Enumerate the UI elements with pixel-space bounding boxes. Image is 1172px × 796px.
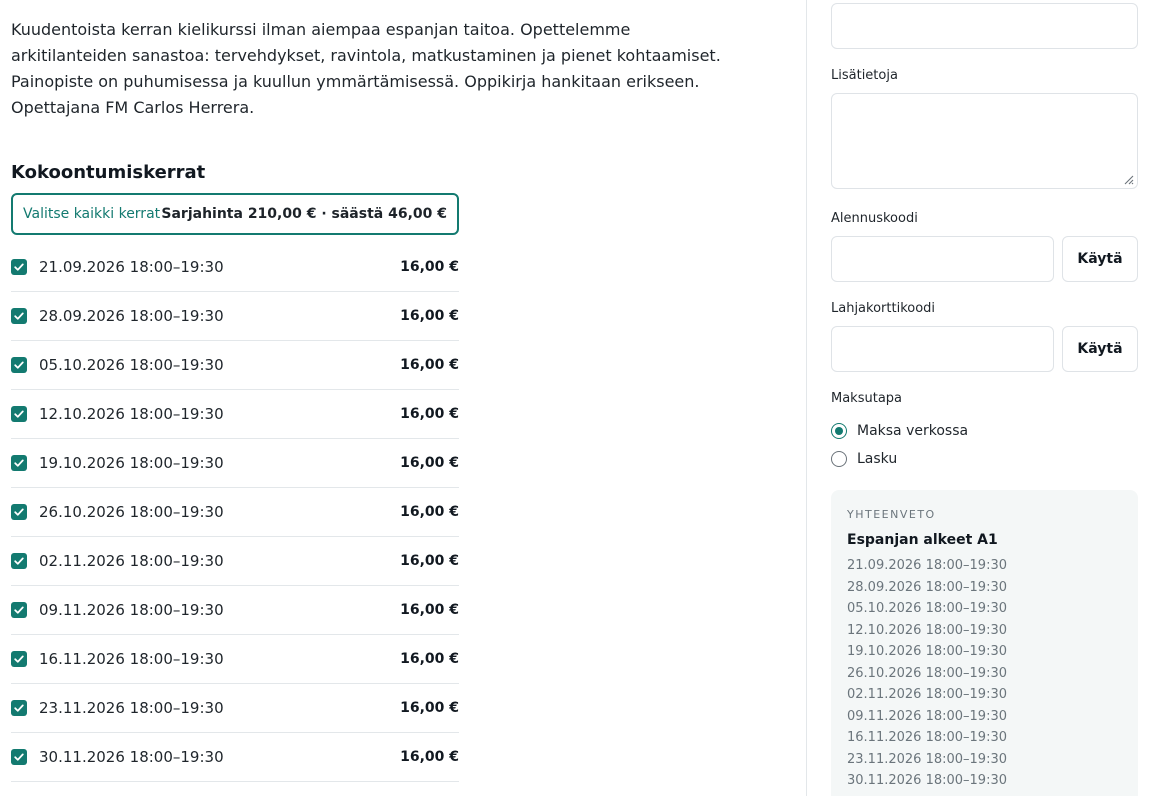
check-icon: [14, 312, 24, 320]
session-list: 21.09.2026 18:00–19:30 16,00 € 28.09.202…: [11, 243, 459, 782]
additional-info-textarea[interactable]: [831, 93, 1138, 189]
check-icon: [14, 606, 24, 614]
session-date: 26.10.2026 18:00–19:30: [39, 503, 224, 521]
summary-date: 02.11.2026 18:00–19:30: [847, 687, 1007, 702]
radio-selected-icon[interactable]: [831, 423, 847, 439]
session-row[interactable]: 02.11.2026 18:00–19:30 16,00 €: [11, 537, 459, 586]
description-line: arkitilanteiden sanastoa: tervehdykset, …: [11, 46, 721, 65]
session-checkbox[interactable]: [11, 504, 27, 520]
apply-gift-card-button[interactable]: Käytä: [1062, 326, 1138, 372]
check-icon: [14, 508, 24, 516]
course-description: Kuudentoista kerran kielikurssi ilman ai…: [11, 17, 721, 121]
session-date: 21.09.2026 18:00–19:30: [39, 258, 224, 276]
summary-course-name: Espanjan alkeet A1: [847, 532, 998, 548]
session-checkbox[interactable]: [11, 357, 27, 373]
session-price: 16,00 €: [400, 749, 459, 765]
summary-date: 09.11.2026 18:00–19:30: [847, 708, 1007, 724]
radio-unselected-icon[interactable]: [831, 451, 847, 467]
summary-date: 28.09.2026 18:00–19:30: [847, 579, 1007, 595]
summary-date: 05.10.2026 18:00–19:30: [847, 601, 1007, 616]
session-checkbox[interactable]: [11, 259, 27, 275]
summary-heading: YHTEENVETO: [847, 508, 936, 521]
session-price: 16,00 €: [400, 553, 459, 569]
session-row[interactable]: 05.10.2026 18:00–19:30 16,00 €: [11, 341, 459, 390]
session-checkbox[interactable]: [11, 455, 27, 471]
description-line: Painopiste on puhumisessa ja kuullun ymm…: [11, 72, 700, 91]
payment-option-label: Lasku: [857, 451, 898, 467]
check-icon: [14, 753, 24, 761]
session-date: 02.11.2026 18:00–19:30: [39, 552, 224, 570]
session-row[interactable]: 12.10.2026 18:00–19:30 16,00 €: [11, 390, 459, 439]
session-row[interactable]: 19.10.2026 18:00–19:30 16,00 €: [11, 439, 459, 488]
order-summary: YHTEENVETO Espanjan alkeet A1 21.09.2026…: [831, 490, 1138, 796]
discount-code-label: Alennuskoodi: [831, 211, 918, 226]
session-checkbox[interactable]: [11, 651, 27, 667]
session-date: 16.11.2026 18:00–19:30: [39, 650, 224, 668]
session-price: 16,00 €: [400, 455, 459, 471]
check-icon: [14, 263, 24, 271]
summary-date: 30.11.2026 18:00–19:30: [847, 773, 1007, 788]
session-date: 05.10.2026 18:00–19:30: [39, 356, 224, 374]
panel-divider: [806, 0, 807, 796]
check-icon: [14, 557, 24, 565]
session-row[interactable]: 28.09.2026 18:00–19:30 16,00 €: [11, 292, 459, 341]
check-icon: [14, 361, 24, 369]
check-icon: [14, 410, 24, 418]
apply-discount-button[interactable]: Käytä: [1062, 236, 1138, 282]
session-row[interactable]: 30.11.2026 18:00–19:30 16,00 €: [11, 733, 459, 782]
check-icon: [14, 704, 24, 712]
summary-date-list: 21.09.2026 18:00–19:30 28.09.2026 18:00–…: [847, 555, 1122, 792]
summary-date: 21.09.2026 18:00–19:30: [847, 558, 1007, 573]
description-line: Opettajana FM Carlos Herrera.: [11, 98, 255, 117]
session-date: 09.11.2026 18:00–19:30: [39, 601, 224, 619]
session-checkbox[interactable]: [11, 749, 27, 765]
check-icon: [14, 655, 24, 663]
summary-date: 12.10.2026 18:00–19:30: [847, 622, 1007, 638]
session-price: 16,00 €: [400, 308, 459, 324]
gift-card-input[interactable]: [831, 326, 1054, 372]
series-price: Sarjahinta 210,00 € · säästä 46,00 €: [161, 206, 447, 222]
session-price: 16,00 €: [400, 700, 459, 716]
top-text-field[interactable]: [831, 3, 1138, 49]
payment-option-online[interactable]: Maksa verkossa: [831, 423, 968, 439]
session-price: 16,00 €: [400, 651, 459, 667]
payment-method-label: Maksutapa: [831, 391, 903, 406]
session-price: 16,00 €: [400, 259, 459, 275]
discount-code-input[interactable]: [831, 236, 1054, 282]
session-checkbox[interactable]: [11, 602, 27, 618]
payment-option-label: Maksa verkossa: [857, 423, 969, 439]
session-row[interactable]: 23.11.2026 18:00–19:30 16,00 €: [11, 684, 459, 733]
select-all-sessions-button[interactable]: Valitse kaikki kerrat Sarjahinta 210,00 …: [11, 193, 459, 235]
session-checkbox[interactable]: [11, 308, 27, 324]
session-checkbox[interactable]: [11, 406, 27, 422]
summary-date: 23.11.2026 18:00–19:30: [847, 751, 1007, 767]
resize-grip-icon[interactable]: [1122, 173, 1134, 185]
description-line: Kuudentoista kerran kielikurssi ilman ai…: [11, 20, 631, 39]
select-all-label: Valitse kaikki kerrat: [23, 206, 161, 222]
additional-info-label: Lisätietoja: [831, 68, 898, 83]
session-date: 23.11.2026 18:00–19:30: [39, 699, 224, 717]
summary-date: 16.11.2026 18:00–19:30: [847, 730, 1007, 745]
session-price: 16,00 €: [400, 504, 459, 520]
session-date: 12.10.2026 18:00–19:30: [39, 405, 224, 423]
session-checkbox[interactable]: [11, 553, 27, 569]
session-row[interactable]: 09.11.2026 18:00–19:30 16,00 €: [11, 586, 459, 635]
summary-date: 26.10.2026 18:00–19:30: [847, 665, 1007, 681]
session-price: 16,00 €: [400, 602, 459, 618]
gift-card-label: Lahjakorttikoodi: [831, 301, 936, 316]
session-price: 16,00 €: [400, 406, 459, 422]
session-row[interactable]: 16.11.2026 18:00–19:30 16,00 €: [11, 635, 459, 684]
payment-option-invoice[interactable]: Lasku: [831, 451, 897, 467]
session-date: 28.09.2026 18:00–19:30: [39, 307, 224, 325]
session-price: 16,00 €: [400, 357, 459, 373]
session-checkbox[interactable]: [11, 700, 27, 716]
session-date: 30.11.2026 18:00–19:30: [39, 748, 224, 766]
session-row[interactable]: 21.09.2026 18:00–19:30 16,00 €: [11, 243, 459, 292]
sessions-title: Kokoontumiskerrat: [11, 162, 206, 183]
summary-date: 19.10.2026 18:00–19:30: [847, 644, 1007, 659]
session-date: 19.10.2026 18:00–19:30: [39, 454, 224, 472]
check-icon: [14, 459, 24, 467]
session-row[interactable]: 26.10.2026 18:00–19:30 16,00 €: [11, 488, 459, 537]
